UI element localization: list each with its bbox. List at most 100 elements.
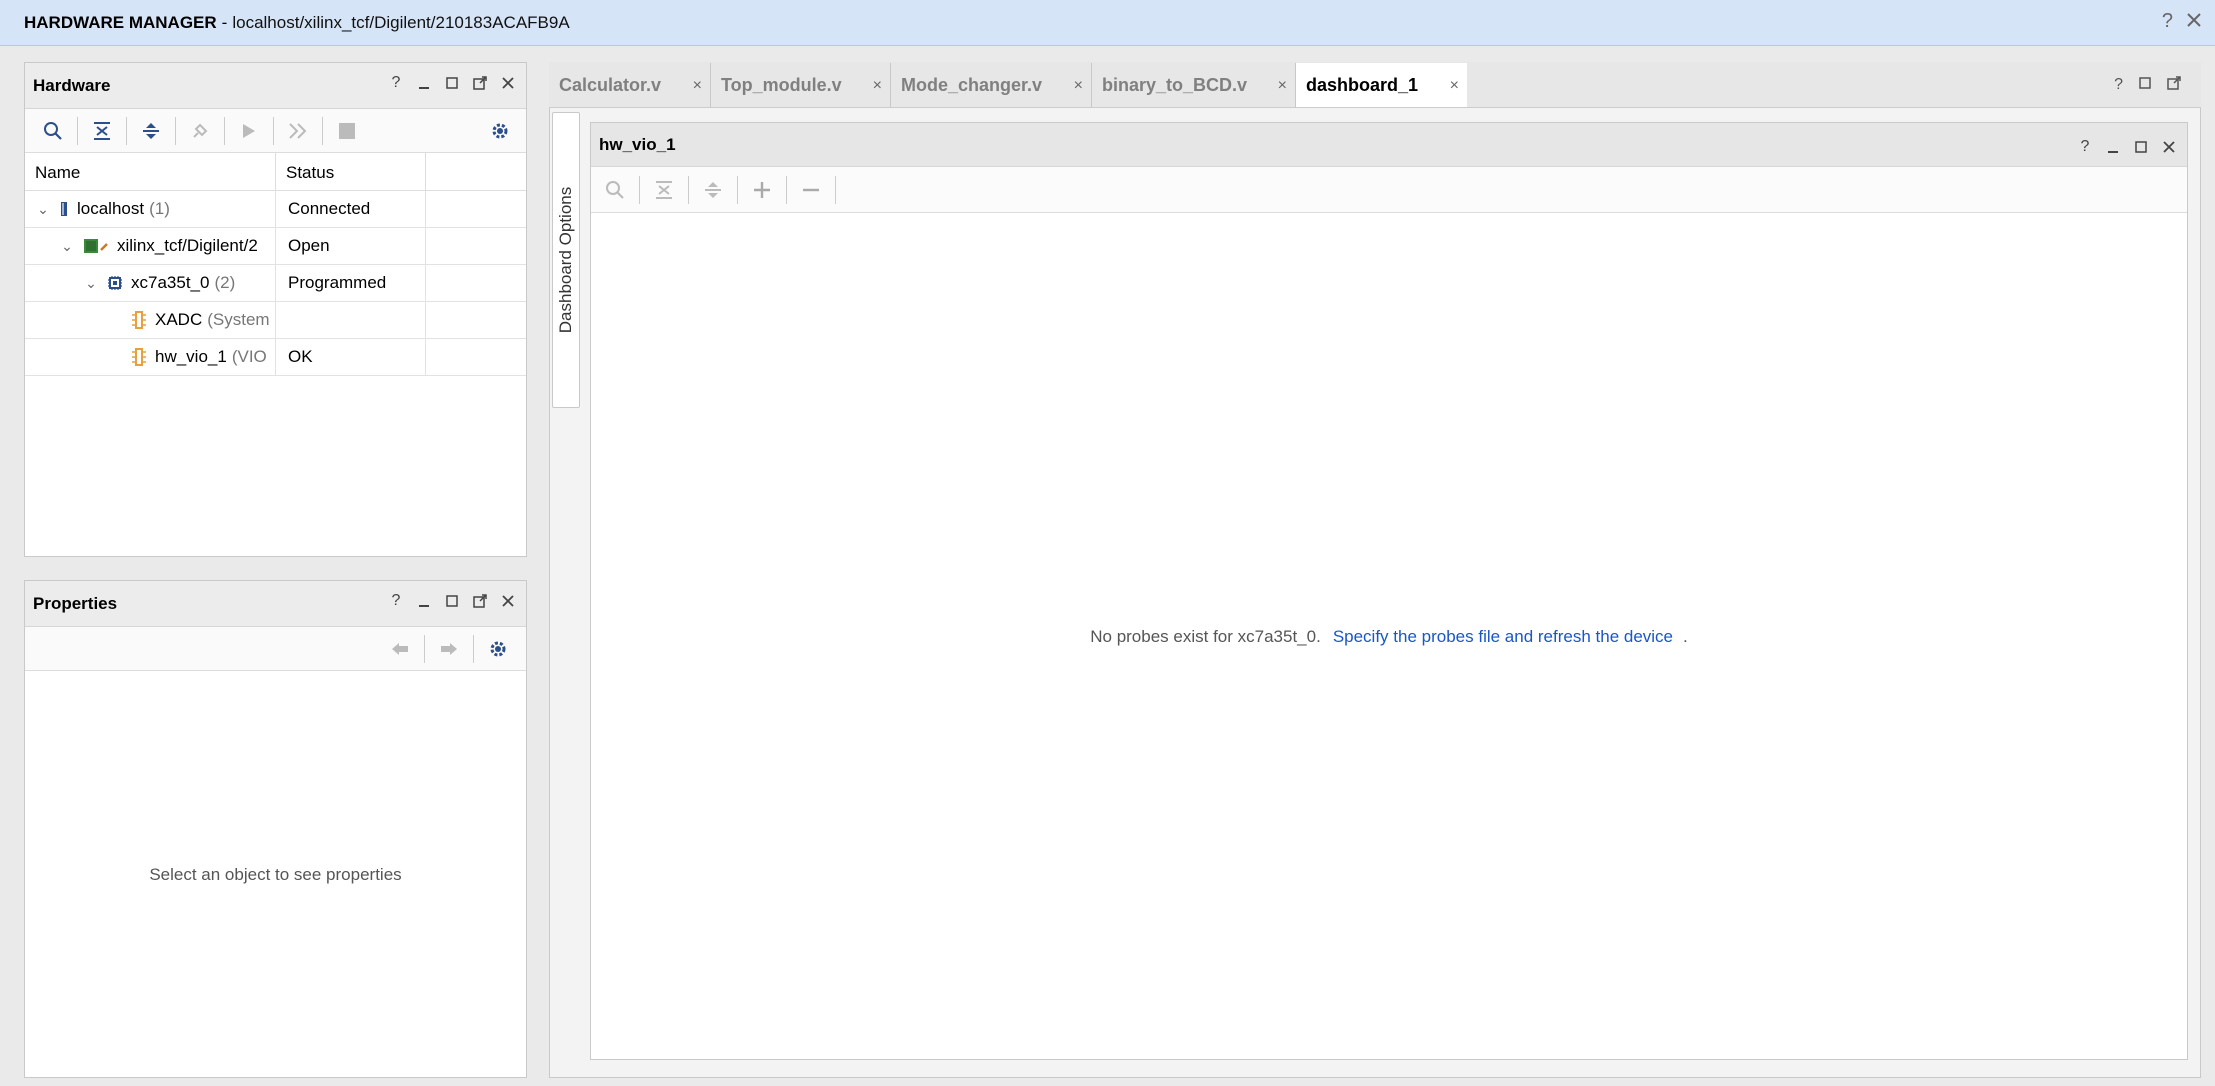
close-icon[interactable] [2161,139,2177,155]
tab-label: Mode_changer.v [901,74,1043,95]
window-title-separator: - [221,12,228,32]
hardware-tree: Name Status ⌄ localhost (1) Connected ⌄ … [25,153,526,376]
tree-row-label: XADC [155,310,203,329]
close-icon[interactable] [2187,10,2201,33]
maximize-icon[interactable] [444,593,460,609]
back-arrow-icon[interactable] [382,633,418,665]
tree-row-target[interactable]: ⌄ xilinx_tcf/Digilent/2 Open [25,227,526,265]
search-icon[interactable] [597,174,633,206]
window-title-path: localhost/xilinx_tcf/Digilent/210183ACAF… [232,12,570,32]
specify-probes-link[interactable]: Specify the probes file and refresh the … [1333,627,1673,647]
close-icon[interactable]: × [873,77,882,95]
editor-tabs: Calculator.v × Top_module.v × Mode_chang… [549,62,2201,108]
tree-row-status: Open [276,227,426,265]
maximize-icon[interactable] [2139,76,2151,95]
server-icon [59,201,69,217]
hw-vio-panel-title: hw_vio_1 [599,134,676,154]
auto-connect-icon[interactable] [182,115,218,147]
help-icon[interactable]: ? [2077,139,2093,155]
properties-toolbar [25,627,526,671]
properties-panel-header: Properties ? [25,581,526,627]
hardware-panel: Hardware ? Name Status ⌄ localhost (1) C… [24,62,527,557]
tab-label: binary_to_BCD.v [1102,74,1248,95]
tree-row-status: OK [276,338,426,376]
help-icon[interactable]: ? [388,593,404,609]
hardware-panel-header: Hardware ? [25,63,526,109]
close-icon[interactable]: × [1278,77,1287,95]
run-trigger-icon[interactable] [231,115,267,147]
window-title-bar: HARDWARE MANAGER - localhost/xilinx_tcf/… [0,0,2215,46]
close-icon[interactable] [500,593,516,609]
tab-mode-changer[interactable]: Mode_changer.v × [891,63,1092,107]
gear-icon[interactable] [480,633,516,665]
close-icon[interactable]: × [1450,77,1459,95]
float-icon[interactable] [472,593,488,609]
minimize-icon[interactable] [416,75,432,91]
remove-icon[interactable] [793,174,829,206]
search-icon[interactable] [35,115,71,147]
hardware-toolbar [25,109,526,153]
properties-panel: Properties ? Select an object to see pro… [24,580,527,1078]
tab-top-module[interactable]: Top_module.v × [711,63,891,107]
tab-label: dashboard_1 [1306,74,1419,95]
tree-row-hw-vio[interactable]: hw_vio_1 (VIO OK [25,338,526,376]
hw-vio-panel-header: hw_vio_1 ? [591,123,2187,167]
tree-row-status: Programmed [276,264,426,302]
tree-row-status: Connected [276,190,426,228]
debug-core-icon [131,311,147,329]
maximize-icon[interactable] [2133,139,2149,155]
tree-row-status [276,301,426,339]
tree-row-xadc[interactable]: XADC (System [25,301,526,339]
properties-empty-area: Select an object to see properties [25,673,526,1077]
minimize-icon[interactable] [416,593,432,609]
tree-row-count: (1) [149,199,170,218]
close-icon[interactable]: × [693,77,702,95]
column-header-name[interactable]: Name [25,153,276,190]
gear-icon[interactable] [482,115,518,147]
hw-vio-panel: hw_vio_1 ? No probes exist for xc7a35t_0… [590,122,2188,1060]
dashboard-options-tab[interactable]: Dashboard Options [552,112,580,408]
tree-row-count: (2) [214,273,236,292]
properties-empty-message: Select an object to see properties [149,865,402,884]
minimize-icon[interactable] [2105,139,2121,155]
add-icon[interactable] [744,174,780,206]
help-icon[interactable]: ? [388,75,404,91]
float-icon[interactable] [2167,76,2181,95]
help-icon[interactable]: ? [2162,10,2173,33]
close-icon[interactable] [500,75,516,91]
run-immediate-icon[interactable] [280,115,316,147]
tab-calculator[interactable]: Calculator.v × [549,63,711,107]
chevron-down-icon[interactable]: ⌄ [33,201,53,218]
tree-row-device[interactable]: ⌄ xc7a35t_0 (2) Programmed [25,264,526,302]
forward-arrow-icon[interactable] [431,633,467,665]
tree-header: Name Status [25,153,526,191]
tab-dashboard-1[interactable]: dashboard_1 × [1296,63,1467,107]
tab-label: Calculator.v [559,74,662,95]
tree-row-localhost[interactable]: ⌄ localhost (1) Connected [25,190,526,228]
link-trailing: . [1683,627,1688,646]
tab-binary-to-bcd[interactable]: binary_to_BCD.v × [1092,63,1296,107]
dashboard-area: Dashboard Options hw_vio_1 ? No probes e… [549,108,2201,1078]
tree-row-type: (VIO [231,347,267,366]
tree-row-type: (System [207,310,270,329]
maximize-icon[interactable] [444,75,460,91]
help-icon[interactable]: ? [2114,76,2123,95]
expand-all-icon[interactable] [695,174,731,206]
collapse-all-icon[interactable] [84,115,120,147]
tree-row-label: xc7a35t_0 [131,273,210,292]
close-icon[interactable]: × [1074,77,1083,95]
window-title: HARDWARE MANAGER [24,12,217,32]
expand-all-icon[interactable] [133,115,169,147]
float-icon[interactable] [472,75,488,91]
debug-core-icon [131,348,147,366]
chip-icon [107,275,123,291]
collapse-all-icon[interactable] [646,174,682,206]
tree-row-label: hw_vio_1 [155,347,227,366]
stop-icon[interactable] [329,115,365,147]
chevron-down-icon[interactable]: ⌄ [57,238,77,255]
column-header-status[interactable]: Status [276,153,426,190]
hardware-panel-title: Hardware [33,75,111,95]
chevron-down-icon[interactable]: ⌄ [81,275,101,292]
dashboard-options-label: Dashboard Options [556,186,576,334]
tree-row-label: xilinx_tcf/Digilent/2 [117,236,258,255]
